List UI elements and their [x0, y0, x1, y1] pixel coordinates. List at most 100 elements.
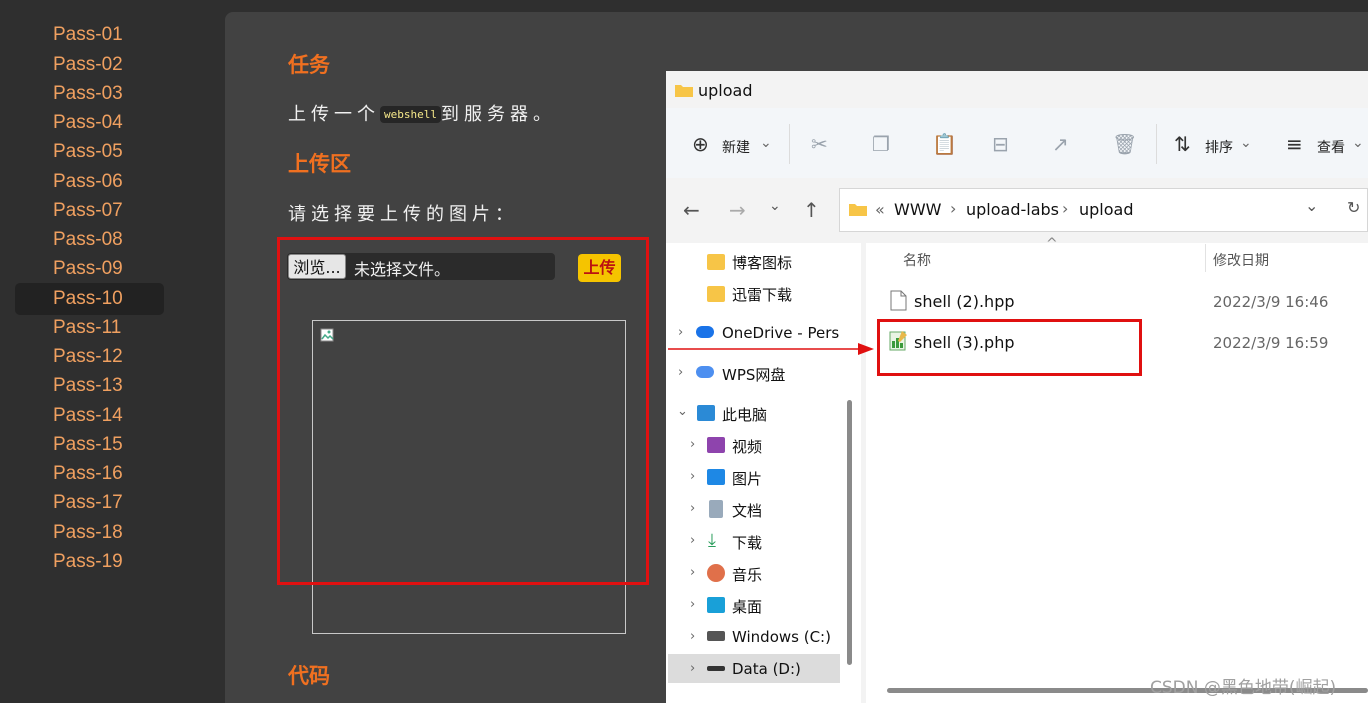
- upload-area-highlight: [277, 237, 649, 585]
- toolbar-separator: [789, 124, 790, 164]
- nav-item-xunlei-downloads[interactable]: 迅雷下载: [732, 284, 792, 305]
- folder-icon: [849, 204, 867, 216]
- pictures-icon: [707, 469, 725, 485]
- expand-chevron-icon[interactable]: ›: [690, 469, 695, 484]
- nav-item-pictures[interactable]: 图片: [732, 468, 762, 489]
- sidebar-item-pass-11[interactable]: Pass-11: [53, 317, 121, 339]
- expand-chevron-icon[interactable]: ›: [690, 629, 695, 644]
- new-plus-icon[interactable]: ⊕: [692, 132, 709, 156]
- task-heading: 任务: [288, 53, 330, 77]
- chevron-down-icon[interactable]: ⌄: [760, 135, 772, 151]
- sidebar-item-pass-06[interactable]: Pass-06: [53, 171, 123, 193]
- expand-chevron-icon[interactable]: ›: [678, 365, 683, 380]
- expand-chevron-icon[interactable]: ›: [678, 325, 683, 340]
- recent-chevron-icon[interactable]: ⌄: [769, 198, 781, 214]
- documents-icon: [709, 500, 723, 518]
- select-prompt: 请选择要上传的图片：: [288, 204, 518, 225]
- music-icon: [707, 564, 725, 582]
- cut-icon[interactable]: ✂: [811, 132, 828, 156]
- back-arrow-icon[interactable]: ←: [683, 198, 700, 222]
- uploaded-file-highlight: [877, 319, 1142, 376]
- sidebar-item-pass-16[interactable]: Pass-16: [53, 463, 123, 485]
- nav-item-music[interactable]: 音乐: [732, 564, 762, 585]
- copy-icon[interactable]: ❐: [872, 132, 890, 156]
- sidebar-item-pass-02[interactable]: Pass-02: [53, 54, 123, 76]
- view-icon[interactable]: ≡: [1286, 132, 1303, 156]
- collapse-chevron-icon[interactable]: ⌄: [677, 404, 688, 419]
- column-divider: [1205, 244, 1206, 272]
- sidebar-item-pass-03[interactable]: Pass-03: [53, 83, 123, 105]
- breadcrumb-separator: ›: [1062, 199, 1069, 218]
- task-text-after: 到服务器。: [440, 104, 556, 125]
- address-dropdown-icon[interactable]: ⌄: [1305, 196, 1318, 215]
- refresh-icon[interactable]: ↻: [1347, 198, 1360, 217]
- onedrive-cloud-icon: [696, 326, 714, 338]
- up-arrow-icon[interactable]: ↑: [803, 198, 820, 222]
- red-arrow-icon: [668, 343, 874, 355]
- nav-item-data-drive[interactable]: Data (D:): [732, 660, 801, 678]
- data-drive-icon: [707, 666, 725, 671]
- webshell-code: webshell: [380, 106, 441, 123]
- expand-chevron-icon[interactable]: ›: [690, 501, 695, 516]
- address-overflow[interactable]: «: [875, 200, 885, 219]
- watermark: CSDN @黑色地带(崛起): [1150, 678, 1337, 698]
- nav-item-this-pc[interactable]: 此电脑: [722, 404, 767, 425]
- nav-item-wps-drive[interactable]: WPS网盘: [722, 364, 785, 385]
- nav-item-documents[interactable]: 文档: [732, 500, 762, 521]
- sidebar-item-pass-08[interactable]: Pass-08: [53, 229, 123, 251]
- sort-icon[interactable]: ⇅: [1174, 132, 1191, 156]
- sidebar-item-pass-04[interactable]: Pass-04: [53, 112, 123, 134]
- sort-indicator-icon: ^: [1046, 236, 1058, 252]
- this-pc-icon: [697, 405, 715, 421]
- view-button[interactable]: 查看: [1317, 137, 1345, 157]
- windows-drive-icon: [707, 631, 725, 641]
- forward-arrow-icon[interactable]: →: [729, 198, 746, 222]
- sidebar-item-pass-17[interactable]: Pass-17: [53, 492, 123, 514]
- sidebar-item-pass-18[interactable]: Pass-18: [53, 522, 123, 544]
- upload-heading: 上传区: [288, 152, 351, 176]
- breadcrumb-upload-labs[interactable]: upload-labs: [966, 200, 1059, 219]
- sidebar-item-pass-12[interactable]: Pass-12: [53, 346, 123, 368]
- nav-item-blog-icons[interactable]: 博客图标: [732, 252, 792, 273]
- downloads-icon: ⤓: [708, 530, 716, 551]
- toolbar-separator: [1156, 124, 1157, 164]
- breadcrumb-upload[interactable]: upload: [1079, 200, 1134, 219]
- sort-button[interactable]: 排序: [1205, 137, 1233, 157]
- sidebar-item-pass-09[interactable]: Pass-09: [53, 258, 123, 280]
- paste-icon[interactable]: 📋: [932, 132, 957, 156]
- sidebar-item-pass-07[interactable]: Pass-07: [53, 200, 123, 222]
- window-title: upload: [698, 81, 753, 100]
- expand-chevron-icon[interactable]: ›: [690, 661, 695, 676]
- nav-scrollbar[interactable]: [847, 400, 852, 665]
- expand-chevron-icon[interactable]: ›: [690, 533, 695, 548]
- share-icon[interactable]: ↗: [1052, 132, 1069, 156]
- column-header-date[interactable]: 修改日期: [1213, 250, 1269, 270]
- chevron-down-icon[interactable]: ⌄: [1240, 135, 1252, 151]
- sidebar-item-pass-15[interactable]: Pass-15: [53, 434, 123, 456]
- desktop-icon: [707, 597, 725, 613]
- sidebar-item-pass-13[interactable]: Pass-13: [53, 375, 123, 397]
- expand-chevron-icon[interactable]: ›: [690, 597, 695, 612]
- nav-item-windows-drive[interactable]: Windows (C:): [732, 628, 831, 646]
- sidebar-item-pass-19[interactable]: Pass-19: [53, 551, 123, 573]
- folder-icon: [707, 286, 725, 302]
- nav-item-desktop[interactable]: 桌面: [732, 596, 762, 617]
- rename-icon[interactable]: ⊟: [992, 132, 1009, 156]
- nav-item-downloads[interactable]: 下载: [732, 532, 762, 553]
- sidebar-item-pass-14[interactable]: Pass-14: [53, 405, 123, 427]
- sidebar-item-pass-05[interactable]: Pass-05: [53, 141, 123, 163]
- expand-chevron-icon[interactable]: ›: [690, 437, 695, 452]
- delete-icon[interactable]: 🗑: [1112, 132, 1137, 156]
- nav-item-videos[interactable]: 视频: [732, 436, 762, 457]
- file-name[interactable]: shell (2).hpp: [914, 292, 1015, 311]
- sidebar-item-pass-10[interactable]: Pass-10: [53, 288, 123, 310]
- breadcrumb-www[interactable]: WWW: [894, 200, 941, 219]
- folder-icon: [707, 254, 725, 270]
- expand-chevron-icon[interactable]: ›: [690, 565, 695, 580]
- new-button[interactable]: 新建: [722, 137, 750, 157]
- file-date: 2022/3/9 16:46: [1213, 293, 1329, 311]
- sidebar-item-pass-01[interactable]: Pass-01: [53, 24, 123, 46]
- level-sidebar: Pass-01 Pass-02 Pass-03 Pass-04 Pass-05 …: [0, 0, 225, 703]
- column-header-name[interactable]: 名称: [903, 250, 931, 270]
- chevron-down-icon[interactable]: ⌄: [1352, 135, 1364, 151]
